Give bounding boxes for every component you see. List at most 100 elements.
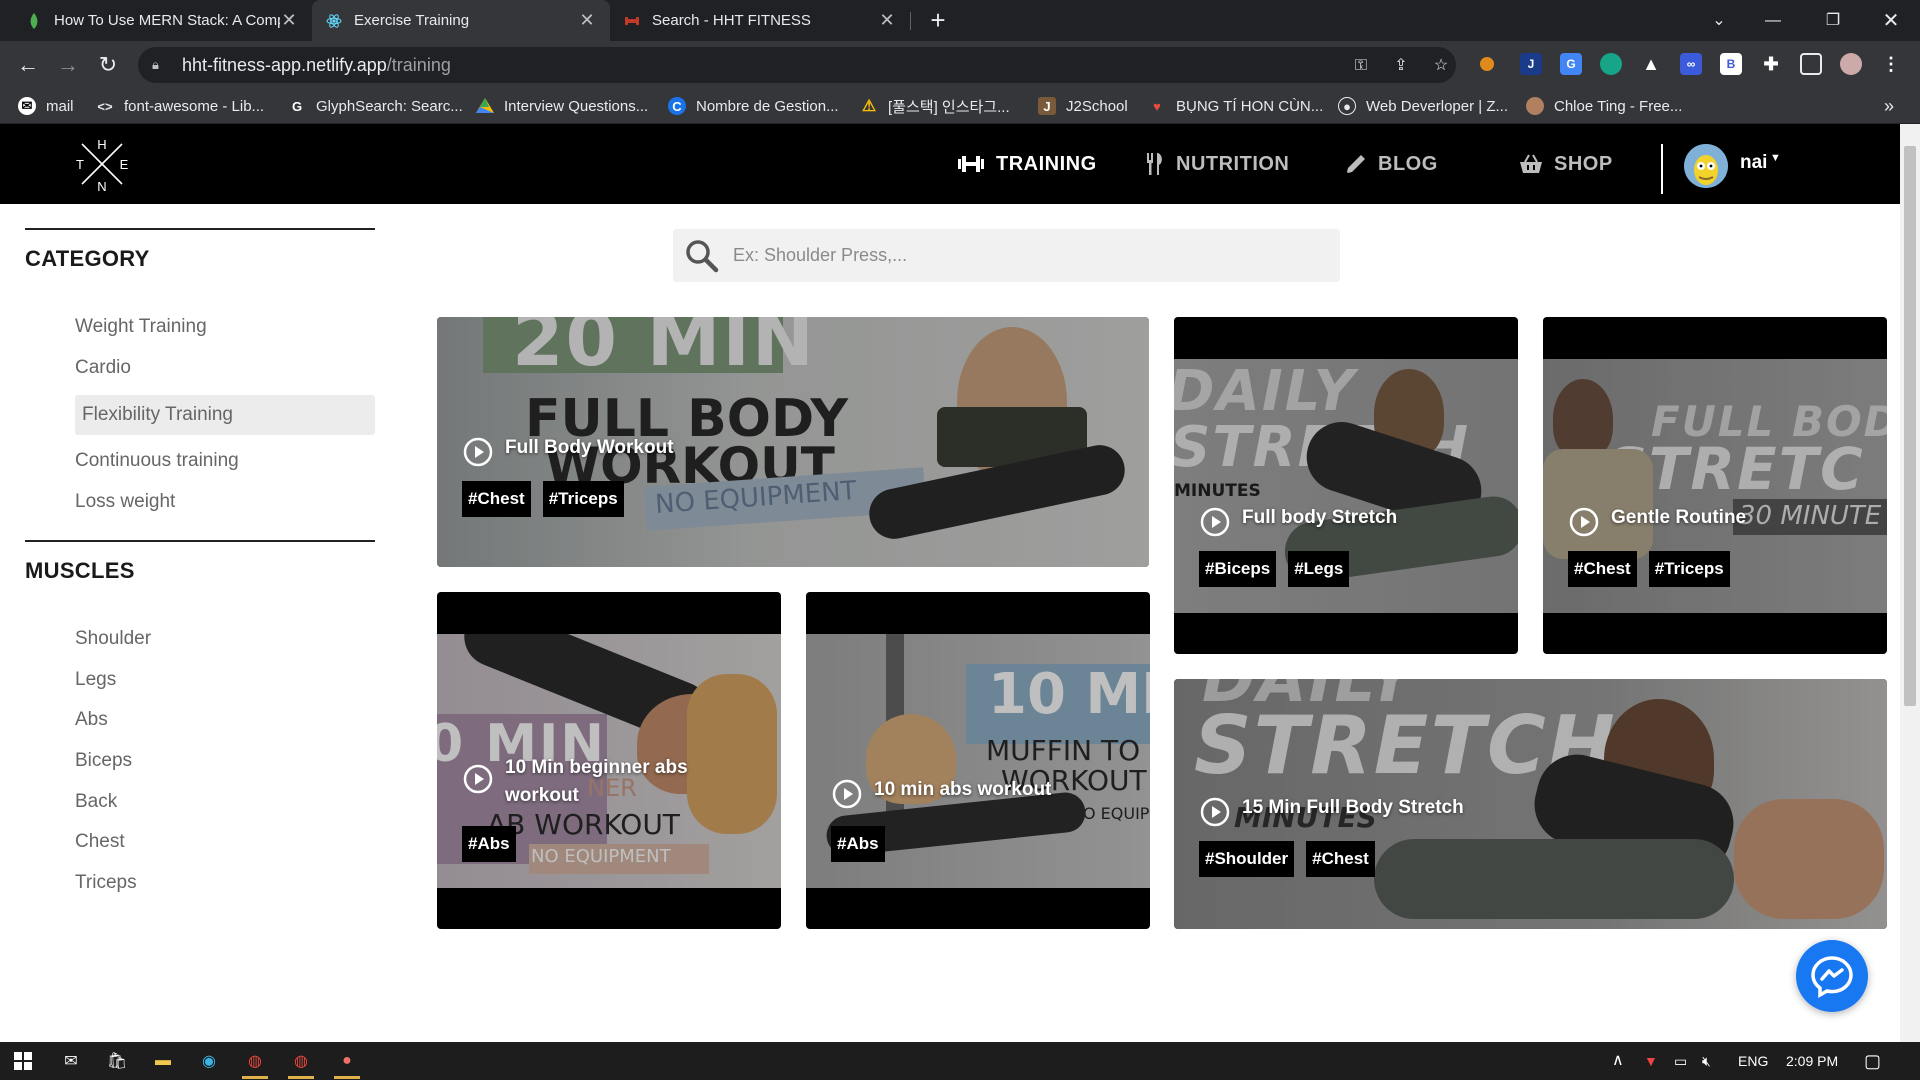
caret-down-icon[interactable]: ▼ [1770, 152, 1781, 164]
muscle-item[interactable]: Back [75, 782, 375, 822]
extension-icon[interactable]: ∞ [1680, 53, 1702, 75]
bookmark-item[interactable]: ✉ mail [18, 88, 74, 124]
battery-icon[interactable]: ▭ [1674, 1042, 1687, 1080]
muscle-item[interactable]: Shoulder [75, 619, 375, 659]
category-item[interactable]: Cardio [75, 348, 375, 388]
play-icon[interactable] [463, 764, 493, 794]
minimize-icon[interactable]: — [1750, 4, 1796, 38]
extension-j-icon[interactable]: J [1520, 53, 1542, 75]
scrollbar-thumb[interactable] [1904, 146, 1916, 706]
browser-tab[interactable]: Search - HHT FITNESS ✕ [610, 0, 910, 41]
user-name[interactable]: nai [1740, 152, 1767, 174]
extension-icon[interactable] [1480, 57, 1494, 71]
tray-expand-icon[interactable]: ∧ [1612, 1042, 1624, 1080]
address-bar[interactable]: 🔒︎ hht-fitness-app.netlify.app/training … [138, 47, 1456, 83]
workout-card[interactable]: 0 MIN NER AB WORKOUT NO EQUIPMENT 10 Min… [437, 592, 781, 929]
close-tab-icon[interactable]: ✕ [280, 10, 298, 31]
muscle-item[interactable]: Biceps [75, 741, 375, 781]
nav-shop[interactable]: SHOP [1520, 148, 1613, 180]
chrome-icon[interactable]: ◍ [238, 1046, 272, 1079]
browser-tab[interactable]: How To Use MERN Stack: A Comp ✕ [12, 0, 312, 41]
tag-chip[interactable]: #Triceps [542, 481, 624, 517]
profile-avatar-icon[interactable] [1840, 53, 1862, 75]
close-tab-icon[interactable]: ✕ [878, 10, 896, 31]
tag-chip[interactable]: #Triceps [1648, 551, 1730, 587]
sidepanel-icon[interactable] [1800, 53, 1822, 75]
muscle-item[interactable]: Triceps [75, 863, 375, 903]
bookmark-item[interactable]: C Nombre de Gestion... [668, 88, 839, 124]
tag-chip[interactable]: #Chest [462, 481, 531, 517]
category-item-active[interactable]: Flexibility Training [75, 395, 375, 435]
close-tab-icon[interactable]: ✕ [578, 10, 596, 31]
antivirus-icon[interactable]: ▼ [1644, 1042, 1658, 1080]
nav-blog[interactable]: BLOG [1346, 148, 1438, 180]
bookmark-item[interactable]: J J2School [1038, 88, 1128, 124]
key-icon[interactable]: ⚿ [1350, 55, 1372, 77]
extension-b-icon[interactable]: B [1720, 53, 1742, 75]
app-icon[interactable]: ● [330, 1046, 364, 1079]
notifications-icon[interactable]: ▢ [1864, 1042, 1881, 1080]
extension-icon[interactable] [1600, 53, 1622, 75]
category-item[interactable]: Continuous training [75, 441, 375, 481]
bookmark-item[interactable]: ⚠ [풀스택] 인스타그... [860, 88, 1010, 124]
browser-tab-active[interactable]: Exercise Training ✕ [312, 0, 610, 41]
volume-muted-icon[interactable]: 🔇︎ [1702, 1042, 1711, 1080]
tag-chip[interactable]: #Abs [462, 826, 516, 862]
play-icon[interactable] [463, 437, 493, 467]
tab-search-icon[interactable]: ⌄ [1696, 4, 1742, 38]
workout-card[interactable]: 20 MIN FULL BODY WORKOUT NO EQUIPMENT Fu… [437, 317, 1149, 567]
nav-training[interactable]: TRAINING [958, 148, 1097, 180]
edge-icon[interactable]: ◉ [192, 1046, 226, 1076]
tag-chip[interactable]: #Abs [831, 826, 885, 862]
bookmark-item[interactable]: Chloe Ting - Free... [1526, 88, 1682, 124]
tag-chip[interactable]: #Chest [1306, 841, 1375, 877]
kebab-menu-icon[interactable]: ⋮ [1880, 53, 1902, 75]
new-tab-button[interactable]: + [924, 6, 952, 34]
tag-chip[interactable]: #Biceps [1199, 551, 1277, 587]
translate-icon[interactable]: G [1560, 53, 1582, 75]
play-icon[interactable] [1569, 507, 1599, 537]
category-item[interactable]: Loss weight [75, 482, 375, 522]
category-item[interactable]: Weight Training [75, 307, 375, 347]
forward-icon[interactable]: → [52, 49, 84, 81]
bookmark-item[interactable]: <> font-awesome - Lib... [96, 88, 264, 124]
store-icon[interactable]: 🛍︎ [100, 1046, 134, 1076]
messenger-chat-button[interactable] [1796, 940, 1868, 1012]
bookmark-item[interactable]: ♥ BỤNG TÍ HON CÙN... [1148, 88, 1323, 124]
reload-icon[interactable]: ↻ [92, 49, 124, 81]
tag-chip[interactable]: #Shoulder [1199, 841, 1295, 877]
muscle-item[interactable]: Abs [75, 700, 375, 740]
close-window-icon[interactable]: ✕ [1868, 4, 1914, 38]
workout-card[interactable]: DAILY STRETCH MINUTES Full body Stretch … [1174, 317, 1518, 654]
bookmark-item[interactable]: ● Web Deverloper | Z... [1338, 88, 1508, 124]
muscle-item[interactable]: Chest [75, 822, 375, 862]
chrome-profile-icon[interactable]: ◍ [284, 1046, 318, 1079]
restore-icon[interactable]: ❐ [1810, 4, 1856, 38]
nav-nutrition[interactable]: NUTRITION [1146, 148, 1289, 180]
back-icon[interactable]: ← [12, 49, 44, 81]
hten-logo[interactable]: H T E N [74, 136, 130, 192]
play-icon[interactable] [1200, 797, 1230, 827]
workout-card[interactable]: 10 MIN MUFFIN TO WORKOUT NO EQUIP 10 min… [806, 592, 1150, 929]
user-avatar[interactable] [1684, 144, 1728, 188]
workout-card[interactable]: DAILY STRETCH MINUTES 15 Min Full Body S… [1174, 679, 1887, 929]
tag-chip[interactable]: #Chest [1568, 551, 1637, 587]
bookmark-item[interactable]: G GlyphSearch: Searc... [288, 88, 463, 124]
workout-card[interactable]: FULL BOD STRETC 30 MINUTE Gentle Routine… [1543, 317, 1887, 654]
play-icon[interactable] [1200, 507, 1230, 537]
share-icon[interactable]: ⇪ [1390, 55, 1412, 77]
bookmark-item[interactable]: Interview Questions... [476, 88, 648, 124]
search-input[interactable] [733, 229, 1323, 282]
puzzle-icon[interactable]: ✚ [1760, 53, 1782, 75]
tag-chip[interactable]: #Legs [1288, 551, 1350, 587]
muscle-item[interactable]: Legs [75, 660, 375, 700]
clock[interactable]: 2:09 PM [1786, 1042, 1838, 1080]
language-indicator[interactable]: ENG [1738, 1042, 1768, 1080]
extension-triangle-icon[interactable]: ▲ [1640, 53, 1662, 75]
bookmarks-overflow-button[interactable]: » [1884, 88, 1894, 124]
bookmark-star-icon[interactable]: ☆ [1430, 55, 1452, 77]
mail-app-icon[interactable]: ✉ [54, 1046, 88, 1076]
windows-start-icon[interactable] [6, 1046, 40, 1076]
play-icon[interactable] [832, 779, 862, 809]
file-explorer-icon[interactable]: ▬ [146, 1046, 180, 1076]
